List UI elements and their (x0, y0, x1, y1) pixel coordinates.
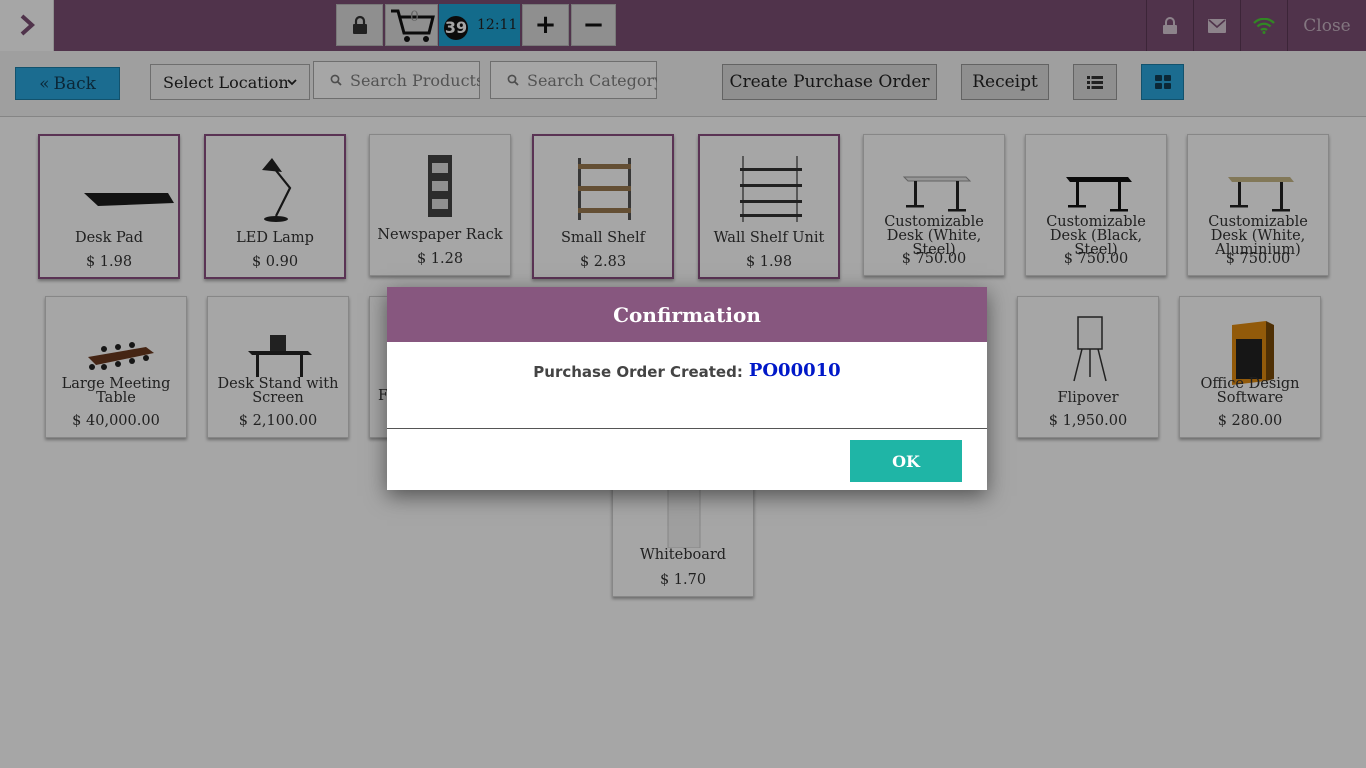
purchase-order-number: PO00010 (748, 360, 841, 381)
dialog-title: Confirmation (387, 287, 987, 342)
dialog-message-label: Purchase Order Created: (533, 363, 743, 381)
ok-button[interactable]: OK (850, 440, 962, 482)
confirmation-dialog: Confirmation Purchase Order Created: PO0… (387, 287, 987, 490)
dialog-body: Purchase Order Created: PO00010 (387, 342, 987, 429)
